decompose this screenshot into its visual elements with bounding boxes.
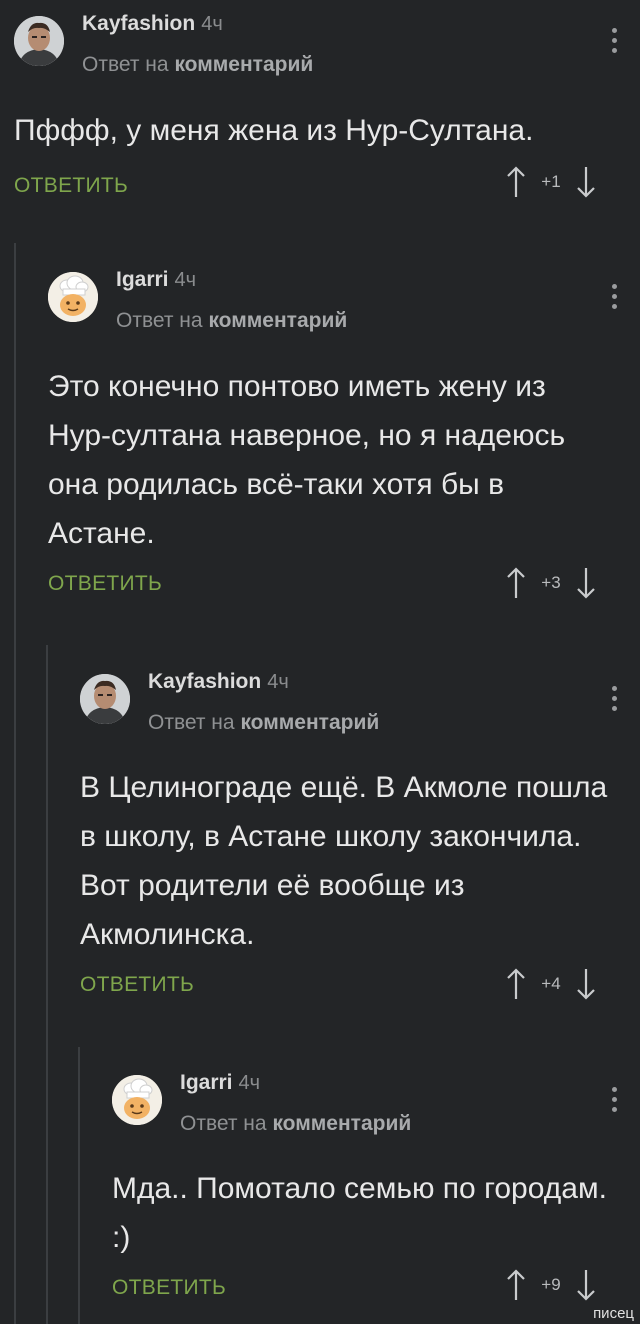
comment-text: Это конечно понтово иметь жену из Нур-су… bbox=[48, 370, 566, 550]
author-name-text[interactable]: Igarri bbox=[116, 268, 169, 291]
thread-line-level-1 bbox=[14, 243, 16, 1324]
comment-time: 4ч bbox=[267, 671, 289, 693]
reply-prefix: Ответ на bbox=[148, 711, 235, 734]
thread-line-level-2 bbox=[46, 645, 48, 1324]
downvote-arrow-icon[interactable] bbox=[575, 566, 597, 600]
thread-line-level-3 bbox=[78, 1047, 80, 1324]
reply-target-link[interactable]: комментарий bbox=[208, 309, 347, 332]
watermark: писец bbox=[593, 1305, 634, 1322]
downvote-arrow-icon[interactable] bbox=[575, 1268, 597, 1302]
more-options-icon[interactable] bbox=[610, 1087, 618, 1112]
reply-to-label: Ответ на комментарий bbox=[82, 53, 313, 77]
comment-score: +9 bbox=[541, 1275, 561, 1294]
comment-time: 4ч bbox=[238, 1072, 261, 1094]
man-portrait-avatar[interactable] bbox=[80, 674, 130, 724]
reply-button[interactable]: ОТВЕТИТЬ bbox=[48, 572, 162, 596]
author-name[interactable]: Kayfashion 4ч bbox=[148, 670, 289, 694]
reply-to-label: Ответ на комментарий bbox=[148, 711, 379, 735]
man-portrait-avatar[interactable] bbox=[14, 16, 64, 66]
reply-prefix: Ответ на bbox=[116, 309, 203, 332]
author-name-text[interactable]: Kayfashion bbox=[82, 12, 195, 35]
comment-text: В Целинограде ещё. В Акмоле пошла в школ… bbox=[80, 771, 608, 951]
more-options-icon[interactable] bbox=[610, 284, 618, 309]
more-options-icon[interactable] bbox=[610, 686, 618, 711]
comment-score: +4 bbox=[541, 974, 561, 993]
author-name-text[interactable]: Igarri bbox=[180, 1071, 233, 1094]
comment-text: Пффф, у меня жена из Нур-Султана. bbox=[14, 114, 534, 147]
vote-controls: +3 bbox=[505, 566, 597, 600]
reply-target-link[interactable]: комментарий bbox=[174, 53, 313, 76]
reply-button[interactable]: ОТВЕТИТЬ bbox=[112, 1276, 226, 1300]
comment-score: +3 bbox=[541, 573, 561, 592]
vote-controls: +4 bbox=[505, 967, 597, 1001]
vote-controls: +1 bbox=[505, 165, 597, 199]
upvote-arrow-icon[interactable] bbox=[505, 566, 527, 600]
comment-score: +1 bbox=[541, 172, 561, 191]
upvote-arrow-icon[interactable] bbox=[505, 165, 527, 199]
reply-prefix: Ответ на bbox=[180, 1112, 267, 1135]
upvote-arrow-icon[interactable] bbox=[505, 967, 527, 1001]
chef-cartoon-avatar[interactable] bbox=[48, 272, 98, 322]
reply-to-label: Ответ на комментарий bbox=[116, 309, 347, 333]
author-name[interactable]: Igarri 4ч bbox=[116, 268, 196, 292]
reply-target-link[interactable]: комментарий bbox=[240, 711, 379, 734]
chef-cartoon-avatar[interactable] bbox=[112, 1075, 162, 1125]
reply-prefix: Ответ на bbox=[82, 53, 169, 76]
vote-controls: +9 bbox=[505, 1268, 597, 1302]
author-name[interactable]: Igarri 4ч bbox=[180, 1071, 260, 1095]
author-name[interactable]: Kayfashion 4ч bbox=[82, 12, 223, 36]
downvote-arrow-icon[interactable] bbox=[575, 165, 597, 199]
reply-to-label: Ответ на комментарий bbox=[180, 1112, 411, 1136]
reply-button[interactable]: ОТВЕТИТЬ bbox=[80, 973, 194, 997]
downvote-arrow-icon[interactable] bbox=[575, 967, 597, 1001]
reply-target-link[interactable]: комментарий bbox=[272, 1112, 411, 1135]
upvote-arrow-icon[interactable] bbox=[505, 1268, 527, 1302]
comment-time: 4ч bbox=[201, 13, 223, 35]
comment-time: 4ч bbox=[174, 269, 197, 291]
reply-button[interactable]: ОТВЕТИТЬ bbox=[14, 174, 128, 198]
more-options-icon[interactable] bbox=[610, 28, 618, 53]
author-name-text[interactable]: Kayfashion bbox=[148, 670, 261, 693]
comment-text: Мда.. Помотало семью по городам. :) bbox=[112, 1172, 607, 1254]
